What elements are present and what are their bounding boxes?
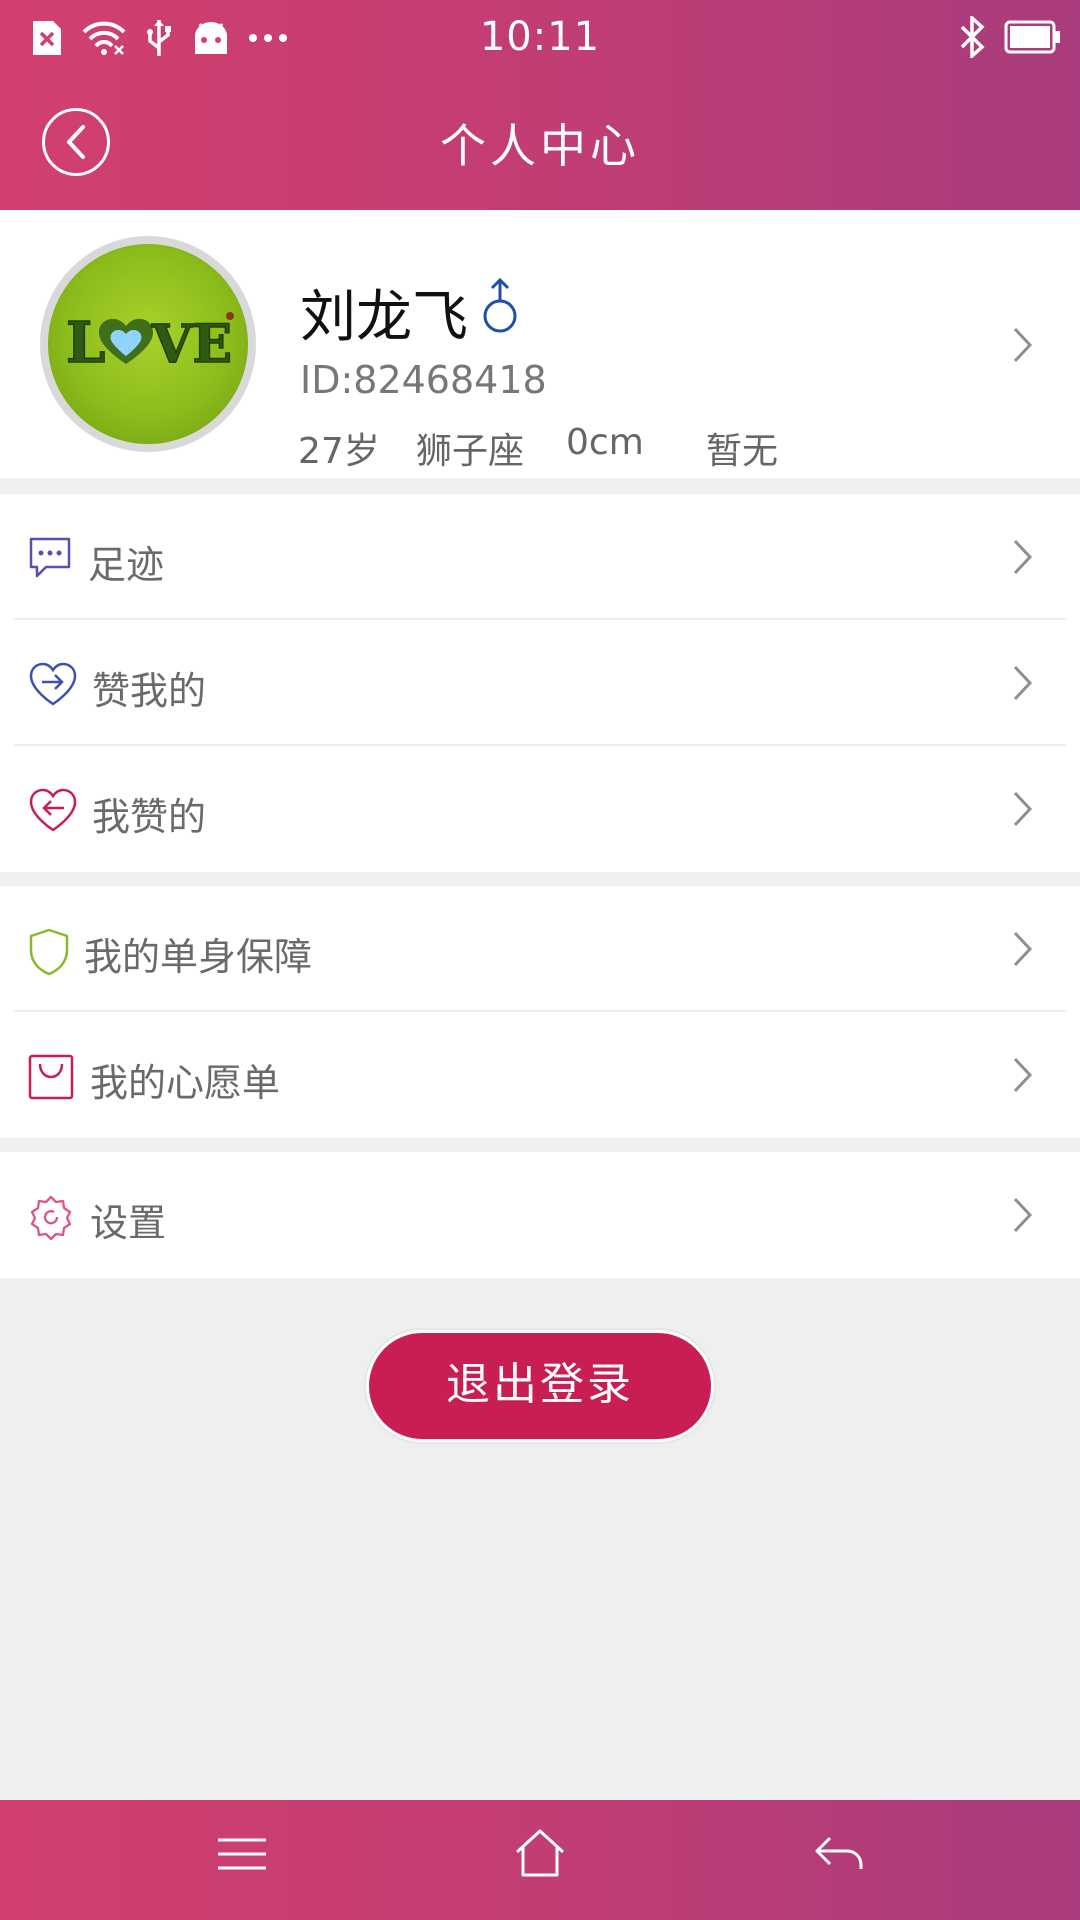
bluetooth-icon <box>958 14 986 62</box>
profile-extra: 暂无 <box>706 431 779 472</box>
menu-item-label: 我赞的 <box>92 795 207 839</box>
menu-section-activity: 足迹 赞我的 我赞的 <box>0 494 1080 872</box>
menu-item-label: 我的单身保障 <box>84 935 313 979</box>
menu-section-services: 我的单身保障 我的心愿单 <box>0 886 1080 1138</box>
svg-text:VE: VE <box>151 314 232 375</box>
nav-header: 个人中心 <box>0 80 1080 210</box>
profile-height: 0cm <box>566 422 644 463</box>
menu-section-settings: 设置 <box>0 1152 1080 1278</box>
shield-icon <box>28 928 70 980</box>
status-time: 10:11 <box>479 14 601 60</box>
menu-item-liked-me[interactable]: 赞我的 <box>0 620 1080 746</box>
chevron-right-icon <box>1013 1057 1033 1093</box>
gear-icon <box>28 1194 74 1244</box>
battery-icon <box>1004 20 1062 58</box>
page-title: 个人中心 <box>440 119 640 173</box>
profile-age: 27岁 <box>298 431 380 472</box>
profile-zodiac: 狮子座 <box>416 431 525 472</box>
menu-icon[interactable] <box>216 1834 268 1878</box>
menu-item-footprint[interactable]: 足迹 <box>0 494 1080 620</box>
chevron-right-icon <box>1013 1197 1033 1233</box>
male-gender-icon <box>482 276 518 350</box>
menu-item-label: 足迹 <box>88 543 165 587</box>
chevron-right-icon <box>1013 931 1033 967</box>
profile-card[interactable]: L VE 刘龙飞 ID:82468418 27岁 狮子座 0cm 暂无 <box>0 210 1080 478</box>
status-bar: 10:11 <box>0 0 1080 80</box>
heart-out-icon <box>28 788 78 838</box>
menu-item-single-guarantee[interactable]: 我的单身保障 <box>0 886 1080 1012</box>
profile-meta: 27岁 狮子座 0cm 暂无 <box>298 422 778 474</box>
profile-name-row: 刘龙飞 <box>300 272 518 353</box>
home-icon[interactable] <box>514 1828 566 1882</box>
menu-item-label: 赞我的 <box>92 669 207 713</box>
menu-item-i-liked[interactable]: 我赞的 <box>0 746 1080 872</box>
chevron-right-icon <box>1013 791 1033 827</box>
back-arrow-icon[interactable] <box>814 1834 866 1878</box>
shopping-bag-icon <box>28 1054 74 1104</box>
menu-item-label: 设置 <box>90 1201 167 1245</box>
menu-item-label: 我的心愿单 <box>90 1061 281 1105</box>
avatar-image: L VE <box>48 244 248 444</box>
bottom-nav-bar <box>0 1800 1080 1920</box>
chevron-right-icon <box>1013 539 1033 575</box>
logout-button[interactable]: 退出登录 <box>366 1330 714 1442</box>
menu-item-wishlist[interactable]: 我的心愿单 <box>0 1012 1080 1138</box>
profile-id: ID:82468418 <box>300 358 547 402</box>
profile-name: 刘龙飞 <box>300 285 468 350</box>
chevron-right-icon <box>1013 327 1033 363</box>
heart-in-icon <box>28 662 78 712</box>
svg-text:L: L <box>66 310 105 376</box>
menu-item-settings[interactable]: 设置 <box>0 1152 1080 1278</box>
chevron-right-icon <box>1013 665 1033 701</box>
chat-bubble-icon <box>28 536 72 584</box>
top-bar: 10:11 个人中心 <box>0 0 1080 210</box>
avatar[interactable]: L VE <box>40 236 256 452</box>
